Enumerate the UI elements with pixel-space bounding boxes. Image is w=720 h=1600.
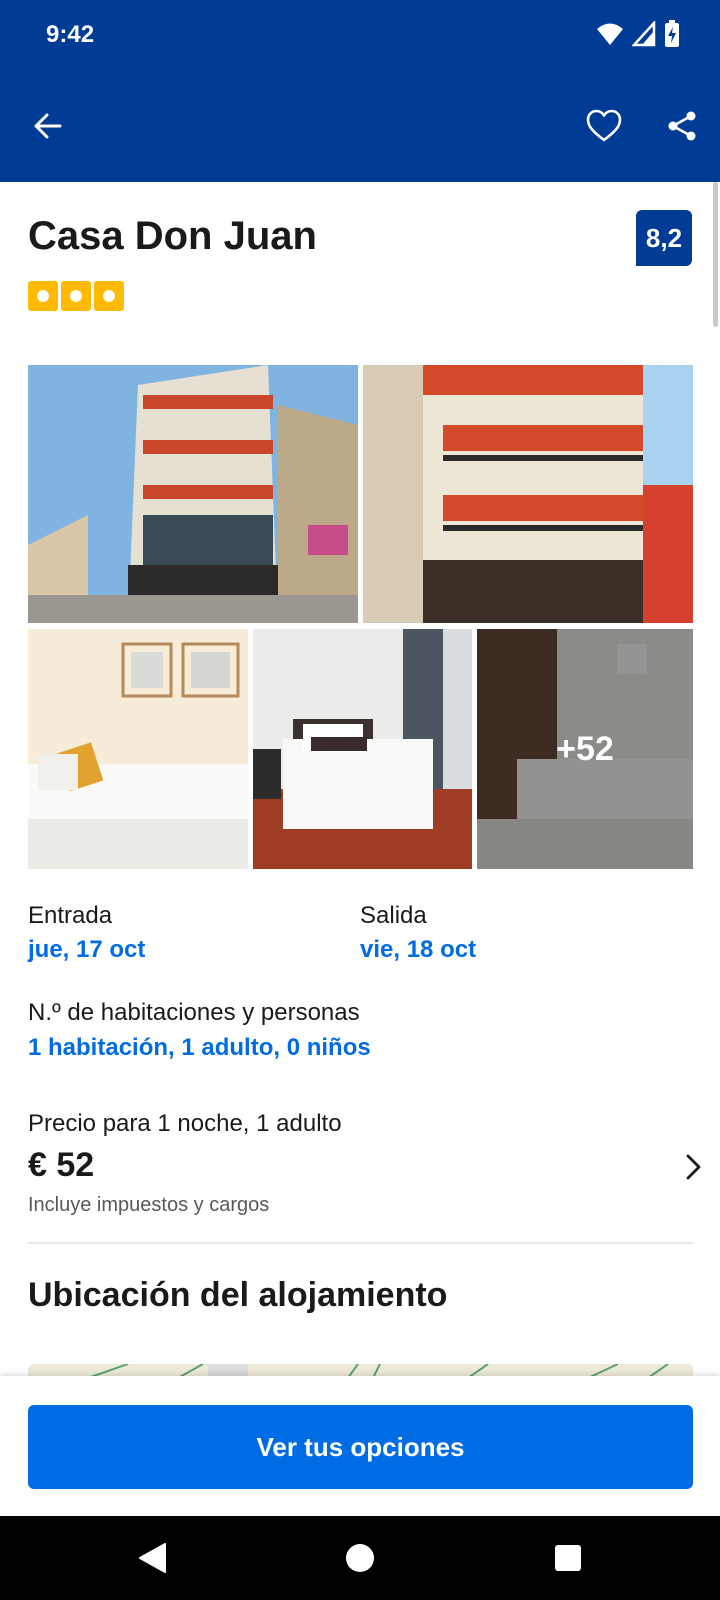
checkout-date[interactable]: vie, 18 oct [360,936,476,964]
arrow-left-icon [34,113,62,139]
star-icon [94,281,124,311]
photo-room-more[interactable]: +52 [477,629,693,869]
review-score-badge[interactable]: 8,2 [636,210,692,266]
signal-icon [632,21,656,47]
price-note: Incluye impuestos y cargos [28,1194,270,1216]
hotel-name: Casa Don Juan [28,214,317,258]
app-header: 9:42 [0,0,720,182]
star-icon [61,281,91,311]
location-section-title: Ubicación del alojamiento [28,1276,448,1314]
back-button[interactable] [22,100,74,152]
divider [28,1242,693,1244]
status-time: 9:42 [46,21,95,48]
circle-home-icon [346,1544,374,1572]
favorite-button[interactable] [578,100,630,152]
see-options-button[interactable]: Ver tus opciones [28,1405,693,1489]
nav-back-button[interactable] [130,1536,174,1580]
system-nav-bar [0,1516,720,1600]
checkin-date[interactable]: jue, 17 oct [28,936,145,964]
status-icons [596,20,680,48]
status-bar: 9:42 [0,0,720,72]
checkout-label: Salida [360,902,427,929]
price-amount: € 52 [28,1146,95,1184]
toolbar [0,90,720,162]
photo-exterior-street[interactable] [28,365,358,623]
photo-room-twin[interactable] [253,629,472,869]
checkin-label: Entrada [28,902,113,929]
star-icon [28,281,58,311]
heart-outline-icon [586,109,622,142]
price-details-button[interactable] [678,1152,708,1182]
scrollbar[interactable] [713,182,718,327]
price-label: Precio para 1 noche, 1 adulto [28,1110,342,1137]
photo-room-single-bed[interactable] [28,629,248,869]
occupancy-label: N.º de habitaciones y personas [28,999,360,1026]
star-rating [28,281,124,311]
nav-recents-button[interactable] [546,1536,590,1580]
share-icon [668,111,696,141]
wifi-icon [597,23,623,45]
occupancy-value[interactable]: 1 habitación, 1 adulto, 0 niños [28,1034,371,1062]
photo-exterior-balconies[interactable] [363,365,693,623]
square-recents-icon [555,1545,581,1571]
nav-home-button[interactable] [338,1536,382,1580]
share-button[interactable] [656,100,708,152]
battery-charging-icon [665,20,679,47]
more-photos-count: +52 [477,629,693,869]
triangle-back-icon [139,1543,166,1573]
chevron-right-icon [686,1154,701,1180]
